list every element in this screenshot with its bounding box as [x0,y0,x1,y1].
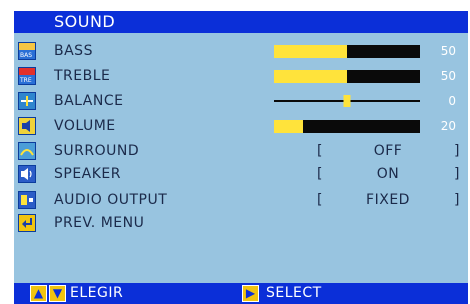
treble-slider-fill [274,70,347,83]
audio-output-row[interactable]: AUDIO OUTPUT [ FIXED ] [14,188,468,212]
balance-value: 0 [448,94,456,108]
audio-output-label: AUDIO OUTPUT [54,192,168,208]
balance-label: BALANCE [54,93,124,109]
prev-menu-row[interactable]: PREV. MENU [14,211,468,235]
treble-icon: TRE [18,67,36,85]
speaker-label: SPEAKER [54,166,122,182]
volume-label: VOLUME [54,118,116,134]
bass-value: 50 [440,44,456,58]
speaker-bracket-close: ] [454,166,460,182]
volume-slider-fill [274,120,304,133]
treble-value: 50 [440,69,456,83]
select-hint: SELECT [266,285,322,301]
speaker-icon [18,165,36,183]
audio-output-bracket-close: ] [454,192,460,208]
treble-row[interactable]: TRE TREBLE 50 [14,64,468,88]
volume-slider[interactable] [274,120,420,133]
speaker-value[interactable]: ON [324,162,452,186]
audio-output-icon [18,191,36,209]
choose-hint: ELEGIR [70,285,124,301]
down-arrow-icon: ▼ [49,285,66,302]
balance-icon [18,92,36,110]
select-arrow-icon: ▶ [242,285,259,302]
up-arrow-icon: ▲ [30,285,47,302]
audio-output-value[interactable]: FIXED [324,188,452,212]
audio-output-bracket-open: [ [317,192,323,208]
surround-icon [18,142,36,160]
surround-row[interactable]: SURROUND [ OFF ] [14,139,468,163]
volume-value: 20 [440,119,456,133]
speaker-row[interactable]: SPEAKER [ ON ] [14,162,468,186]
volume-icon [18,117,36,135]
bass-slider-fill [274,45,347,58]
balance-row[interactable]: BALANCE 0 [14,89,468,113]
surround-bracket-close: ] [454,143,460,159]
prev-menu-label: PREV. MENU [54,215,145,231]
balance-slider-knob[interactable] [343,95,351,107]
bass-label: BASS [54,43,93,59]
speaker-bracket-open: [ [317,166,323,182]
return-arrow-icon [18,214,36,232]
surround-value[interactable]: OFF [324,139,452,163]
sound-menu-panel: BAS BASS 50 TRE TREBLE 50 BALANCE 0 VOLU… [14,33,468,283]
balance-slider[interactable] [274,95,420,107]
page-title: SOUND [14,11,468,33]
treble-slider[interactable] [274,70,420,83]
treble-label: TREBLE [54,68,111,84]
sound-osd: SOUND BAS BASS 50 TRE TREBLE 50 BALANCE … [0,0,470,304]
bass-icon: BAS [18,42,36,60]
surround-label: SURROUND [54,143,140,159]
bass-slider[interactable] [274,45,420,58]
surround-bracket-open: [ [317,143,323,159]
footer-hint-bar: ▲ ▼ ELEGIR ▶ SELECT [14,283,468,304]
bass-row[interactable]: BAS BASS 50 [14,39,468,63]
volume-row[interactable]: VOLUME 20 [14,114,468,138]
